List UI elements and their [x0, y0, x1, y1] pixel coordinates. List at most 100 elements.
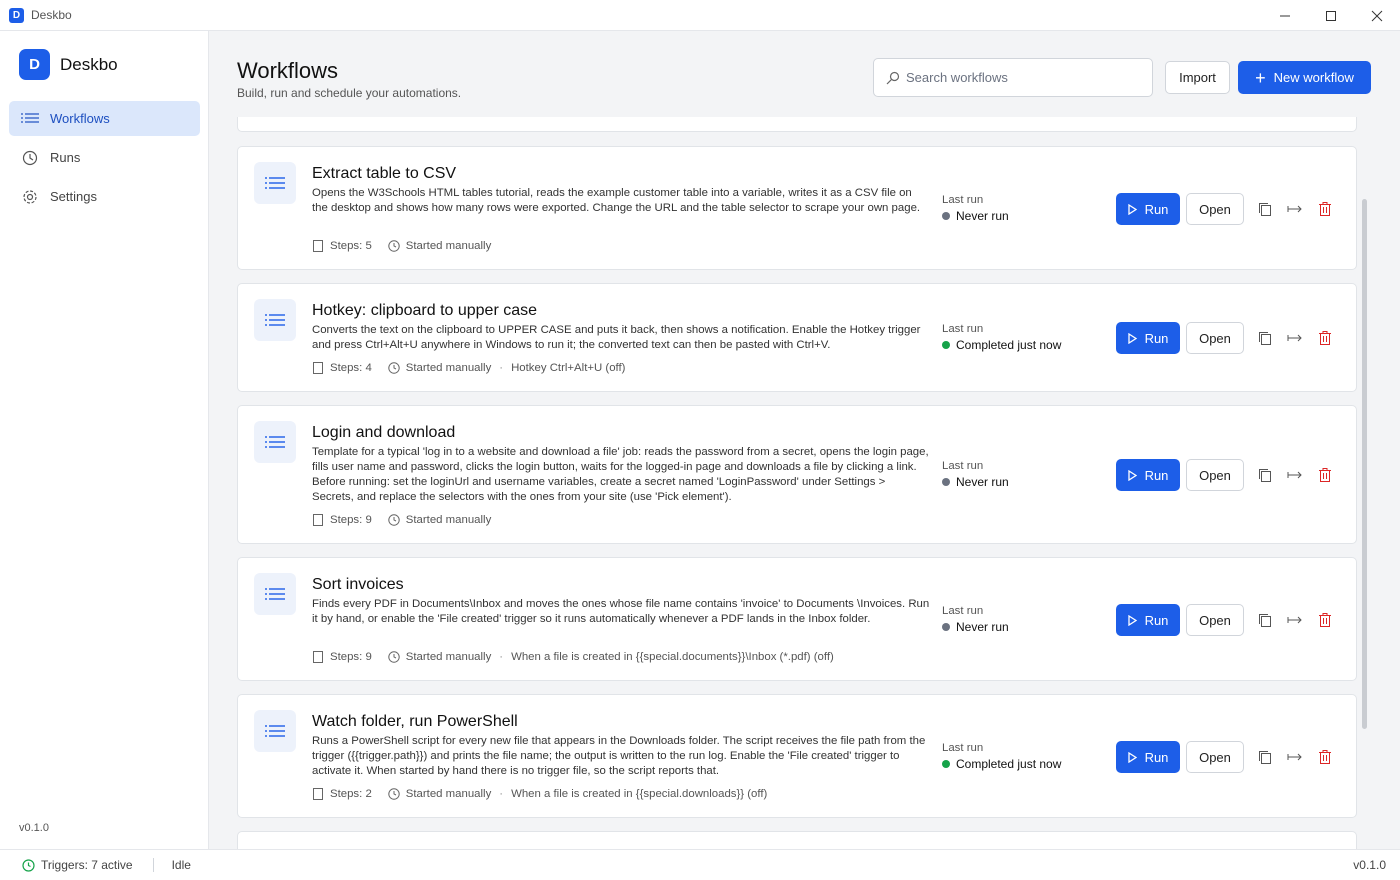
main-content: Workflows Build, run and schedule your a…	[209, 31, 1400, 849]
workflow-icon	[254, 710, 296, 752]
open-button[interactable]: Open	[1186, 193, 1244, 225]
last-run-status: Never run	[942, 209, 1009, 223]
last-run-value: Never run	[956, 209, 1009, 223]
sidebar-item-workflows[interactable]: Workflows	[9, 101, 200, 136]
steps-icon	[312, 788, 324, 800]
workflow-card[interactable]: Sort invoices Finds every PDF in Documen…	[237, 557, 1357, 681]
last-run-status: Never run	[942, 620, 1009, 634]
workflow-trigger: Hotkey Ctrl+Alt+U (off)	[511, 362, 626, 374]
brand-logo: D	[19, 49, 50, 80]
delete-button[interactable]	[1310, 194, 1340, 224]
workflow-title: Extract table to CSV	[312, 165, 457, 182]
last-run-status: Completed just now	[942, 757, 1061, 771]
list-scrollbar[interactable]	[1362, 199, 1367, 729]
status-dot	[942, 478, 950, 486]
maximize-button[interactable]	[1308, 0, 1354, 31]
trash-icon	[1319, 331, 1331, 345]
workflow-start-mode: Started manually	[405, 651, 492, 663]
run-button[interactable]: Run	[1116, 604, 1180, 636]
close-button[interactable]	[1354, 0, 1400, 31]
plus-icon: +	[1255, 67, 1266, 88]
workflow-description: Runs a PowerShell script for every new f…	[312, 735, 926, 777]
workflow-actions: Run Open	[1116, 322, 1340, 354]
workflow-card[interactable]: Login and download Template for a typica…	[237, 405, 1357, 544]
engine-state: Idle	[171, 858, 191, 872]
export-button[interactable]	[1280, 194, 1310, 224]
workflow-start-mode: Started manually	[405, 788, 492, 800]
triggers-count: Triggers: 7 active	[41, 858, 133, 872]
minimize-icon	[1280, 15, 1290, 16]
duplicate-button[interactable]	[1250, 742, 1280, 772]
last-run: Last run Never run	[942, 605, 1009, 634]
workflow-meta: Steps: 2 Started manually · When a file …	[312, 788, 767, 800]
export-button[interactable]	[1280, 605, 1310, 635]
run-button[interactable]: Run	[1116, 322, 1180, 354]
run-button[interactable]: Run	[1116, 193, 1180, 225]
gear-icon	[21, 188, 39, 206]
workflow-card[interactable]: Extract table to CSV Opens the W3Schools…	[237, 146, 1357, 270]
delete-button[interactable]	[1310, 323, 1340, 353]
play-icon	[1127, 332, 1137, 344]
open-button[interactable]: Open	[1186, 322, 1244, 354]
status-version: v0.1.0	[1353, 858, 1386, 872]
workflow-steps: Steps: 5	[330, 240, 372, 252]
sidebar-item-settings[interactable]: Settings	[9, 179, 200, 214]
minimize-button[interactable]	[1262, 0, 1308, 31]
delete-button[interactable]	[1310, 605, 1340, 635]
export-icon	[1287, 753, 1302, 761]
open-button[interactable]: Open	[1186, 604, 1244, 636]
sidebar-item-runs[interactable]: Runs	[9, 140, 200, 175]
status-dot	[942, 341, 950, 349]
workflow-meta: Steps: 5 Started manually	[312, 240, 491, 252]
export-button[interactable]	[1280, 742, 1310, 772]
duplicate-button[interactable]	[1250, 605, 1280, 635]
last-run-status: Completed just now	[942, 338, 1061, 352]
copy-icon	[1259, 614, 1271, 627]
close-icon	[1371, 10, 1383, 21]
workflow-card[interactable]: Hotkey: clipboard to upper case Converts…	[237, 283, 1357, 392]
status-divider	[152, 858, 154, 872]
search-input[interactable]: Search workflows	[873, 58, 1153, 97]
workflow-trigger: When a file is created in {{special.docu…	[511, 651, 834, 663]
export-button[interactable]	[1280, 460, 1310, 490]
workflow-meta: Steps: 9 Started manually	[312, 514, 491, 526]
status-dot	[942, 212, 950, 220]
duplicate-button[interactable]	[1250, 323, 1280, 353]
status-bar: Triggers: 7 active Idle v0.1.0	[0, 849, 1400, 880]
workflow-actions: Run Open	[1116, 741, 1340, 773]
play-icon	[1127, 469, 1137, 481]
workflow-description: Finds every PDF in Documents\Inbox and m…	[312, 598, 930, 625]
run-label: Run	[1144, 612, 1169, 628]
workflow-meta: Steps: 9 Started manually · When a file …	[312, 651, 834, 663]
workflow-steps: Steps: 4	[330, 362, 372, 374]
run-label: Run	[1144, 330, 1169, 346]
delete-button[interactable]	[1310, 460, 1340, 490]
last-run-value: Completed just now	[956, 757, 1062, 771]
page-header: Workflows Build, run and schedule your a…	[209, 31, 1400, 117]
run-button[interactable]: Run	[1116, 741, 1180, 773]
sidebar-item-label: Settings	[50, 189, 97, 204]
workflow-start-mode: Started manually	[405, 240, 492, 252]
workflow-trigger: When a file is created in {{special.down…	[511, 788, 768, 800]
open-button[interactable]: Open	[1186, 459, 1244, 491]
sidebar-version: v0.1.0	[19, 822, 49, 834]
maximize-icon	[1326, 10, 1336, 21]
export-button[interactable]	[1280, 323, 1310, 353]
last-run-status: Never run	[942, 475, 1009, 489]
run-button[interactable]: Run	[1116, 459, 1180, 491]
triggers-status[interactable]: Triggers: 7 active	[22, 858, 133, 872]
last-run-label: Last run	[942, 460, 984, 472]
steps-icon	[312, 514, 324, 526]
open-button[interactable]: Open	[1186, 741, 1244, 773]
clock-icon	[388, 651, 400, 663]
workflow-title: Watch folder, run PowerShell	[312, 713, 518, 730]
workflow-card[interactable]: Watch folder, run PowerShell Runs a Powe…	[237, 694, 1357, 818]
duplicate-button[interactable]	[1250, 460, 1280, 490]
last-run-label: Last run	[942, 323, 984, 335]
delete-button[interactable]	[1310, 742, 1340, 772]
workflow-start-mode: Started manually	[405, 514, 492, 526]
new-workflow-button[interactable]: + New workflow	[1238, 61, 1371, 94]
duplicate-button[interactable]	[1250, 194, 1280, 224]
workflow-description: Template for a typical 'log in to a webs…	[312, 446, 929, 503]
import-button[interactable]: Import	[1165, 61, 1230, 94]
